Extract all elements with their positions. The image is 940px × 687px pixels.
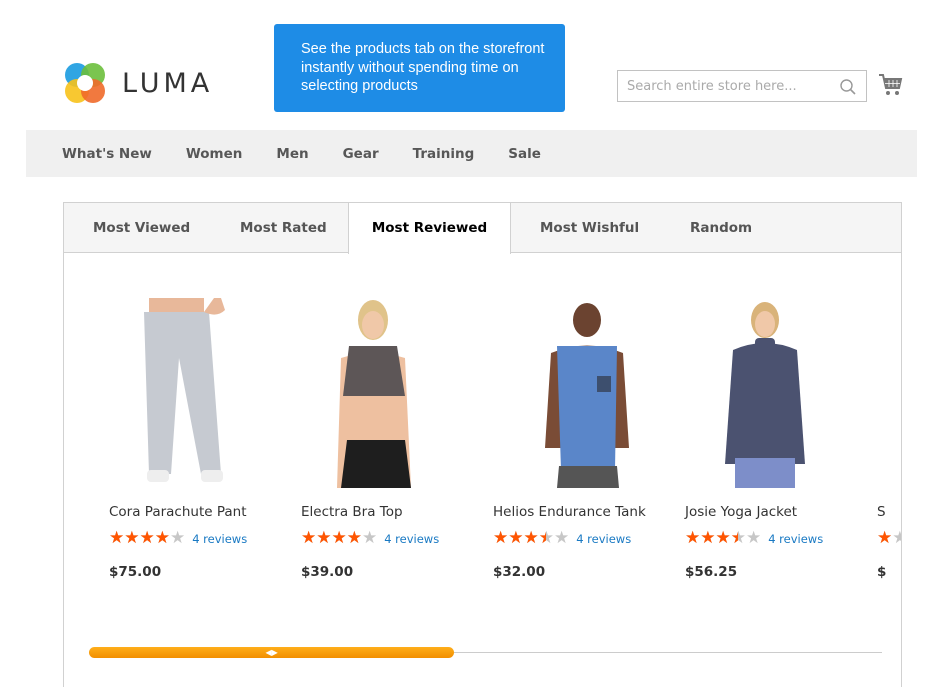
product-item[interactable]: Electra Bra Top ★★★★★★★★★★ 4 reviews $39… [301,298,481,580]
product-tabs-widget: Most Viewed Most Rated Most Reviewed Mos… [63,202,902,687]
product-item[interactable]: Helios Endurance Tank ★★★★★★★★★★ 4 revie… [493,298,673,580]
logo[interactable]: LUMA [62,60,213,106]
tab-random[interactable]: Random [690,203,752,253]
product-name[interactable]: Cora Parachute Pant [109,504,247,520]
cart-icon[interactable] [878,72,904,98]
product-item[interactable]: Cora Parachute Pant ★★★★★★★★★★ 4 reviews… [109,298,289,580]
promo-banner: See the products tab on the storefront i… [274,24,565,112]
product-rating: ★★★★★★★★★★ 4 reviews [685,530,823,547]
reviews-link[interactable]: 4 reviews [192,532,247,546]
product-price: $75.00 [109,564,162,580]
product-image[interactable] [301,298,461,488]
tab-most-wishful[interactable]: Most Wishful [540,203,639,253]
rating-stars: ★★★★★★★★★★ [301,528,378,548]
rating-stars: ★★★★★★★★★★ [685,528,762,548]
product-image[interactable] [493,298,653,488]
product-price: $56.25 [685,564,738,580]
main-nav: What's New Women Men Gear Training Sale [26,130,917,177]
logo-text: LUMA [122,67,214,99]
rating-stars: ★★★★★★★★★★ [493,528,570,548]
product-image[interactable] [109,298,269,488]
product-name[interactable]: S [877,504,886,520]
product-name[interactable]: Electra Bra Top [301,504,403,520]
product-price: $32.00 [493,564,546,580]
product-rating: ★★★★★★★★★★ 4 reviews [493,530,631,547]
reviews-link[interactable]: 4 reviews [384,532,439,546]
nav-item-training[interactable]: Training [413,146,475,162]
nav-item-women[interactable]: Women [186,146,243,162]
reviews-link[interactable]: 4 reviews [576,532,631,546]
page: LUMA See the products tab on the storefr… [0,0,940,687]
product-item[interactable]: Josie Yoga Jacket ★★★★★★★★★★ 4 reviews $… [685,298,865,580]
rating-stars: ★★★★★★★★★★ [877,528,901,548]
tab-most-viewed[interactable]: Most Viewed [93,203,190,253]
search-icon[interactable] [839,78,857,96]
product-rating: ★★★★★★★★★★ 4 reviews [109,530,247,547]
tab-most-reviewed[interactable]: Most Reviewed [348,203,511,254]
product-price: $39.00 [301,564,354,580]
nav-item-whats-new[interactable]: What's New [62,146,152,162]
luma-logo-icon [65,63,105,103]
product-price: $ [877,564,887,580]
product-name[interactable]: Josie Yoga Jacket [685,504,797,520]
nav-item-sale[interactable]: Sale [508,146,541,162]
tab-strip: Most Viewed Most Rated Most Reviewed Mos… [64,203,901,254]
product-name[interactable]: Helios Endurance Tank [493,504,646,520]
product-image[interactable] [685,298,845,488]
product-rating: ★★★★★★★★★★ [877,530,901,547]
reviews-link[interactable]: 4 reviews [768,532,823,546]
search-input[interactable] [618,71,828,101]
search-box[interactable] [617,70,867,102]
carousel-scroll-thumb[interactable]: ◀▶ [89,647,454,658]
product-item-clipped: S ★★★★★★★★★★ $ [877,203,901,687]
nav-item-men[interactable]: Men [276,146,308,162]
nav-item-gear[interactable]: Gear [343,146,379,162]
product-rating: ★★★★★★★★★★ 4 reviews [301,530,439,547]
rating-stars: ★★★★★★★★★★ [109,528,186,548]
tab-most-rated[interactable]: Most Rated [240,203,327,253]
drag-handle-icon: ◀▶ [265,648,278,657]
